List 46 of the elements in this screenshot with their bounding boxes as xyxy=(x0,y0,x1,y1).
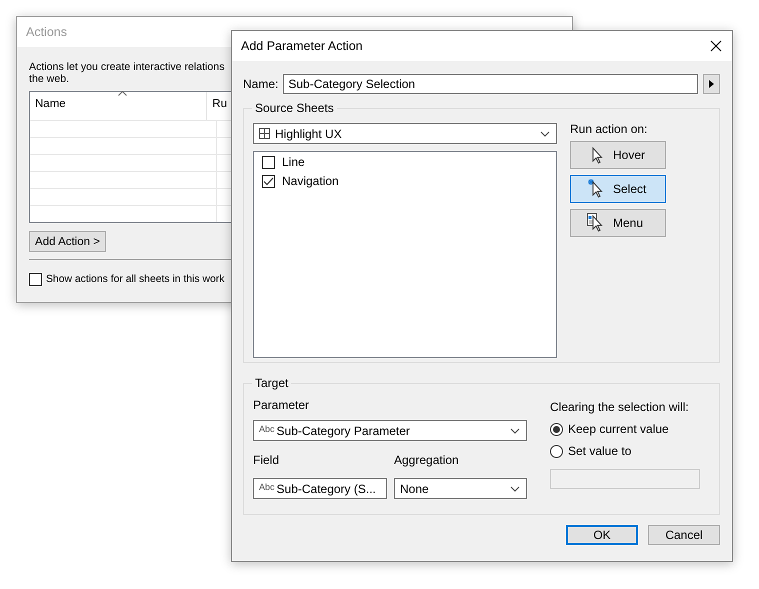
sort-caret-icon xyxy=(118,91,127,96)
name-label: Name: xyxy=(243,77,278,91)
run-on-button[interactable]: Select xyxy=(570,175,666,203)
checkbox[interactable] xyxy=(29,273,42,286)
check-icon xyxy=(263,176,274,186)
window-title: Actions xyxy=(26,25,67,39)
column-header[interactable]: Name xyxy=(30,92,208,120)
close-icon[interactable] xyxy=(710,40,722,52)
chevron-down-icon xyxy=(510,428,520,434)
chevron-down-icon xyxy=(510,486,520,492)
checkbox-label: Show actions for all sheets in this work xyxy=(46,274,224,285)
add-action-button[interactable]: Add Action > xyxy=(29,231,106,252)
chevron-down-icon xyxy=(540,130,550,136)
description-text: the web. xyxy=(29,73,70,85)
grid-icon xyxy=(259,128,270,139)
radio-button[interactable] xyxy=(550,422,563,436)
cancel-button[interactable]: Cancel xyxy=(648,525,720,545)
description-text: Actions let you create interactive relations xyxy=(29,61,226,73)
run-on-button[interactable]: Menu xyxy=(570,209,666,237)
menu-arrow-button[interactable] xyxy=(703,74,720,94)
radio-button[interactable] xyxy=(550,444,563,458)
type-label: Abc xyxy=(259,482,275,492)
run-action-label: Run action on: xyxy=(570,122,648,136)
pointer-sparkle-icon xyxy=(587,179,603,199)
name-field[interactable]: Sub-Category Selection xyxy=(283,74,698,94)
run-on-button[interactable]: Hover xyxy=(570,141,666,169)
radio-label: Set value to xyxy=(568,444,632,458)
field-label: Field xyxy=(253,453,280,467)
sheet-label: Navigation xyxy=(282,174,339,188)
group-label: Source Sheets xyxy=(254,101,335,115)
group-label: Target xyxy=(254,376,290,390)
triangle-right-icon xyxy=(709,80,714,88)
ok-button[interactable]: OK xyxy=(566,525,638,545)
checkbox[interactable] xyxy=(262,174,275,188)
dashboard-dropdown[interactable]: Highlight UX xyxy=(253,123,557,144)
checkbox[interactable] xyxy=(262,156,275,168)
type-label: Abc xyxy=(259,424,275,434)
parameter-label: Parameter xyxy=(253,398,310,412)
radio-label: Keep current value xyxy=(568,422,669,436)
clearing-label: Clearing the selection will: xyxy=(550,400,690,414)
sheet-label: Line xyxy=(282,155,305,169)
pointer-menu-icon xyxy=(587,213,603,233)
window-title: Add Parameter Action xyxy=(241,39,363,53)
aggregation-label: Aggregation xyxy=(394,453,460,467)
column-header[interactable]: Ru xyxy=(207,92,232,120)
aggregation-dropdown[interactable]: None xyxy=(394,478,527,499)
